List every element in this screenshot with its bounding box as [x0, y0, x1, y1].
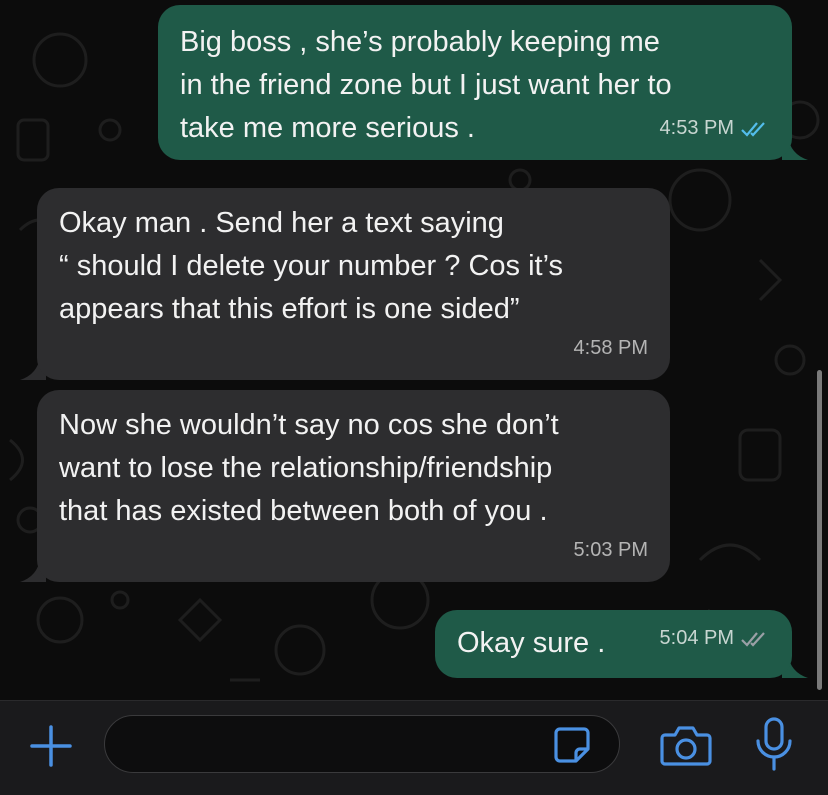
message-text: Now she wouldn’t say no cos she don’t wa… [59, 409, 559, 527]
sticker-icon[interactable] [552, 725, 592, 765]
message-meta: 4:53 PM [660, 107, 770, 150]
message-time: 5:04 PM [659, 627, 734, 649]
read-ticks-icon [741, 121, 765, 137]
message-meta: 5:03 PM [574, 529, 648, 572]
message-bubble-incoming[interactable]: Okay man . Send her a text saying “ shou… [37, 188, 670, 380]
message-time: 5:03 PM [573, 539, 648, 561]
message-bubble-incoming[interactable]: Now she wouldn’t say no cos she don’t wa… [37, 390, 670, 582]
message-input[interactable] [104, 715, 620, 773]
chat-scrollbar[interactable] [817, 370, 822, 690]
microphone-icon[interactable] [752, 715, 796, 775]
message-bubble-outgoing[interactable]: Okay sure . 5:04 PM [435, 610, 792, 678]
plus-icon[interactable] [28, 723, 74, 769]
message-list: Big boss , she’s probably keeping me in … [0, 0, 828, 700]
message-time: 4:58 PM [573, 337, 648, 359]
message-time: 4:53 PM [659, 117, 734, 139]
chat-screen: Big boss , she’s probably keeping me in … [0, 0, 828, 795]
message-text: Okay man . Send her a text saying “ shou… [59, 207, 564, 325]
message-composer [0, 700, 828, 795]
delivered-ticks-icon [741, 631, 765, 647]
camera-icon[interactable] [659, 721, 713, 769]
message-bubble-outgoing[interactable]: Big boss , she’s probably keeping me in … [158, 5, 792, 160]
message-meta: 4:58 PM [574, 327, 648, 370]
message-meta: 5:04 PM [660, 617, 770, 660]
